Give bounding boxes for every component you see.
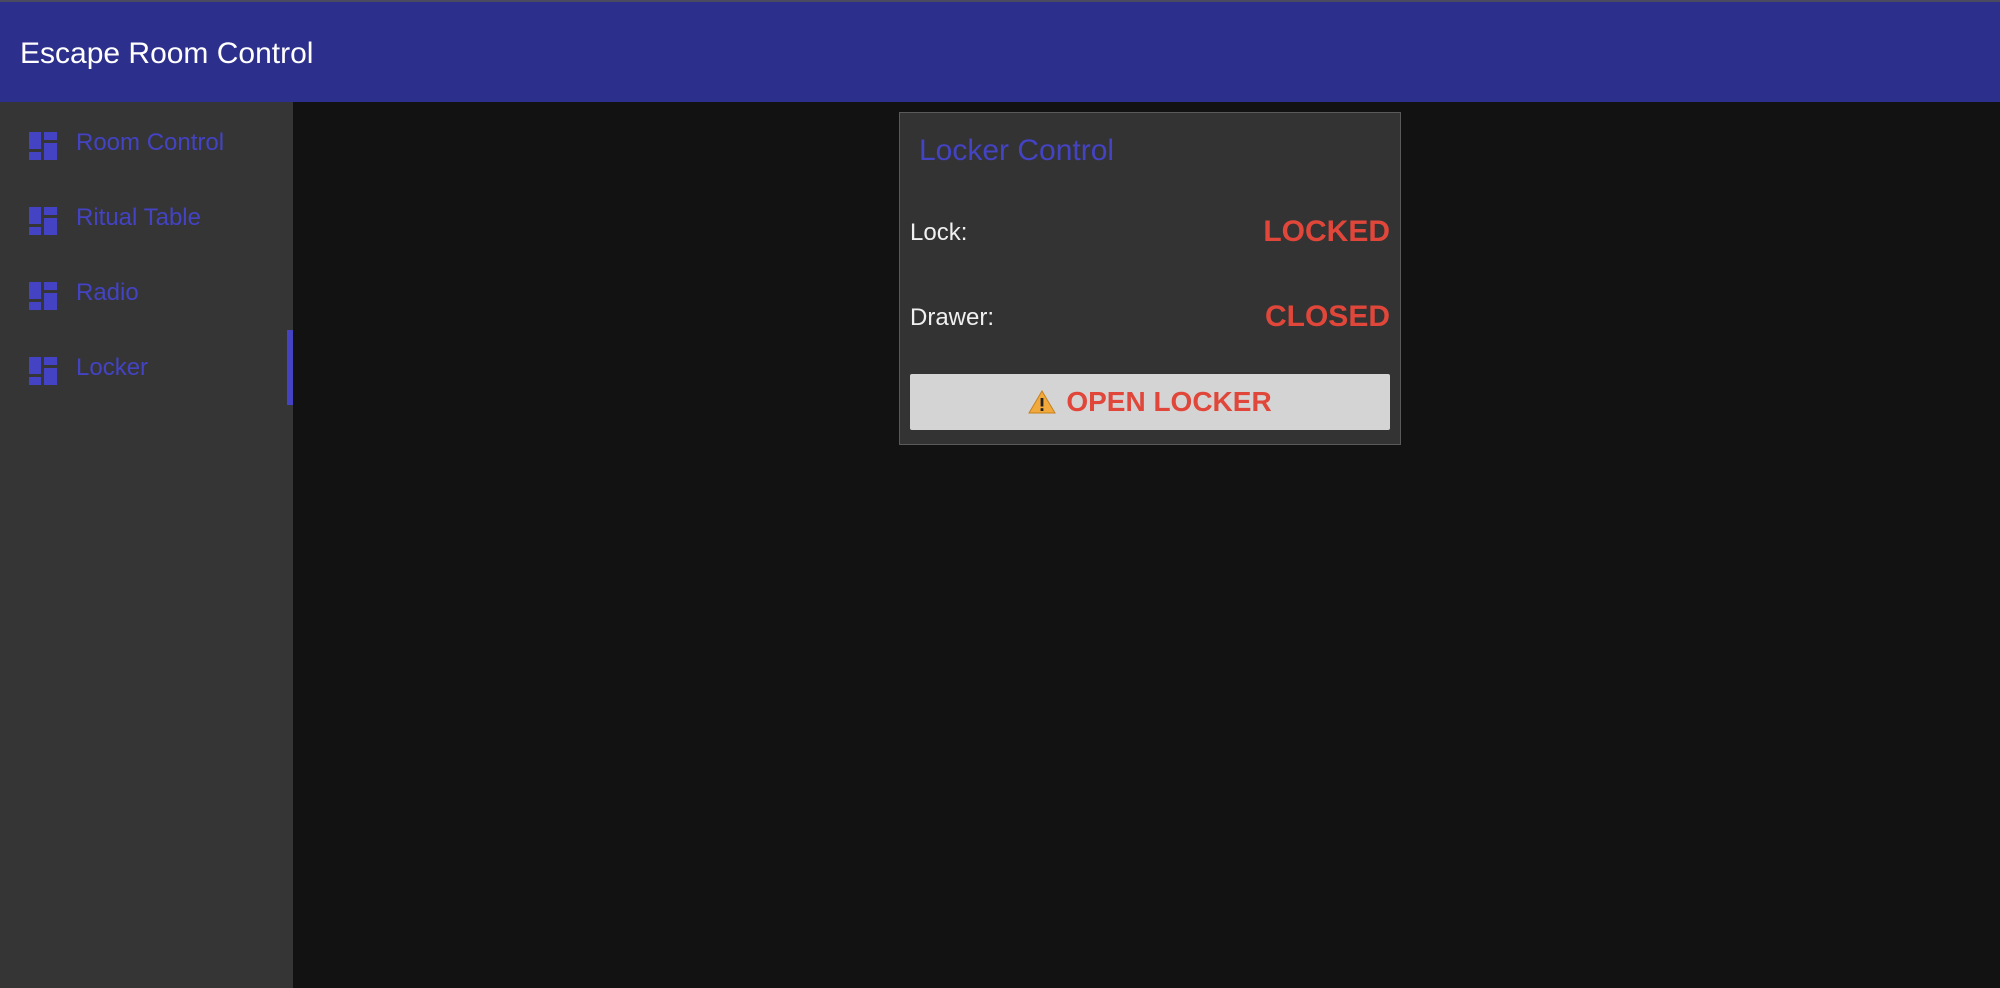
sidebar-item-room-control[interactable]: Room Control: [0, 105, 293, 180]
card-title: Locker Control: [919, 134, 1115, 167]
sidebar-item-label: Locker: [76, 354, 149, 381]
dashboard-icon: [29, 132, 57, 160]
app-window: Escape Room Control Room Control Ritual …: [0, 0, 2000, 988]
app-header: Escape Room Control: [0, 2, 2000, 102]
drawer-label: Drawer:: [910, 304, 995, 331]
dashboard-icon: [29, 282, 57, 310]
open-locker-button-label: OPEN LOCKER: [1066, 386, 1272, 417]
sidebar-item-label: Radio: [76, 279, 139, 306]
sidebar-item-radio[interactable]: Radio: [0, 255, 293, 330]
drawer-status-value: CLOSED: [1264, 300, 1390, 333]
lock-status-value: LOCKED: [1263, 215, 1390, 248]
sidebar-item-label: Ritual Table: [76, 204, 201, 231]
sidebar-item-locker[interactable]: Locker: [0, 330, 293, 405]
dashboard-icon: [29, 207, 57, 235]
warning-icon: [1028, 390, 1057, 414]
app-title: Escape Room Control: [20, 37, 314, 70]
sidebar: Room Control Ritual Table Radio Locker: [0, 102, 293, 988]
sidebar-item-label: Room Control: [76, 129, 225, 156]
dashboard-icon: [29, 357, 57, 385]
sidebar-item-ritual-table[interactable]: Ritual Table: [0, 180, 293, 255]
open-locker-button[interactable]: OPEN LOCKER: [910, 374, 1390, 430]
lock-label: Lock:: [910, 219, 968, 246]
locker-control-card: Locker Control Lock: LOCKED Drawer: CLOS…: [899, 112, 1401, 445]
